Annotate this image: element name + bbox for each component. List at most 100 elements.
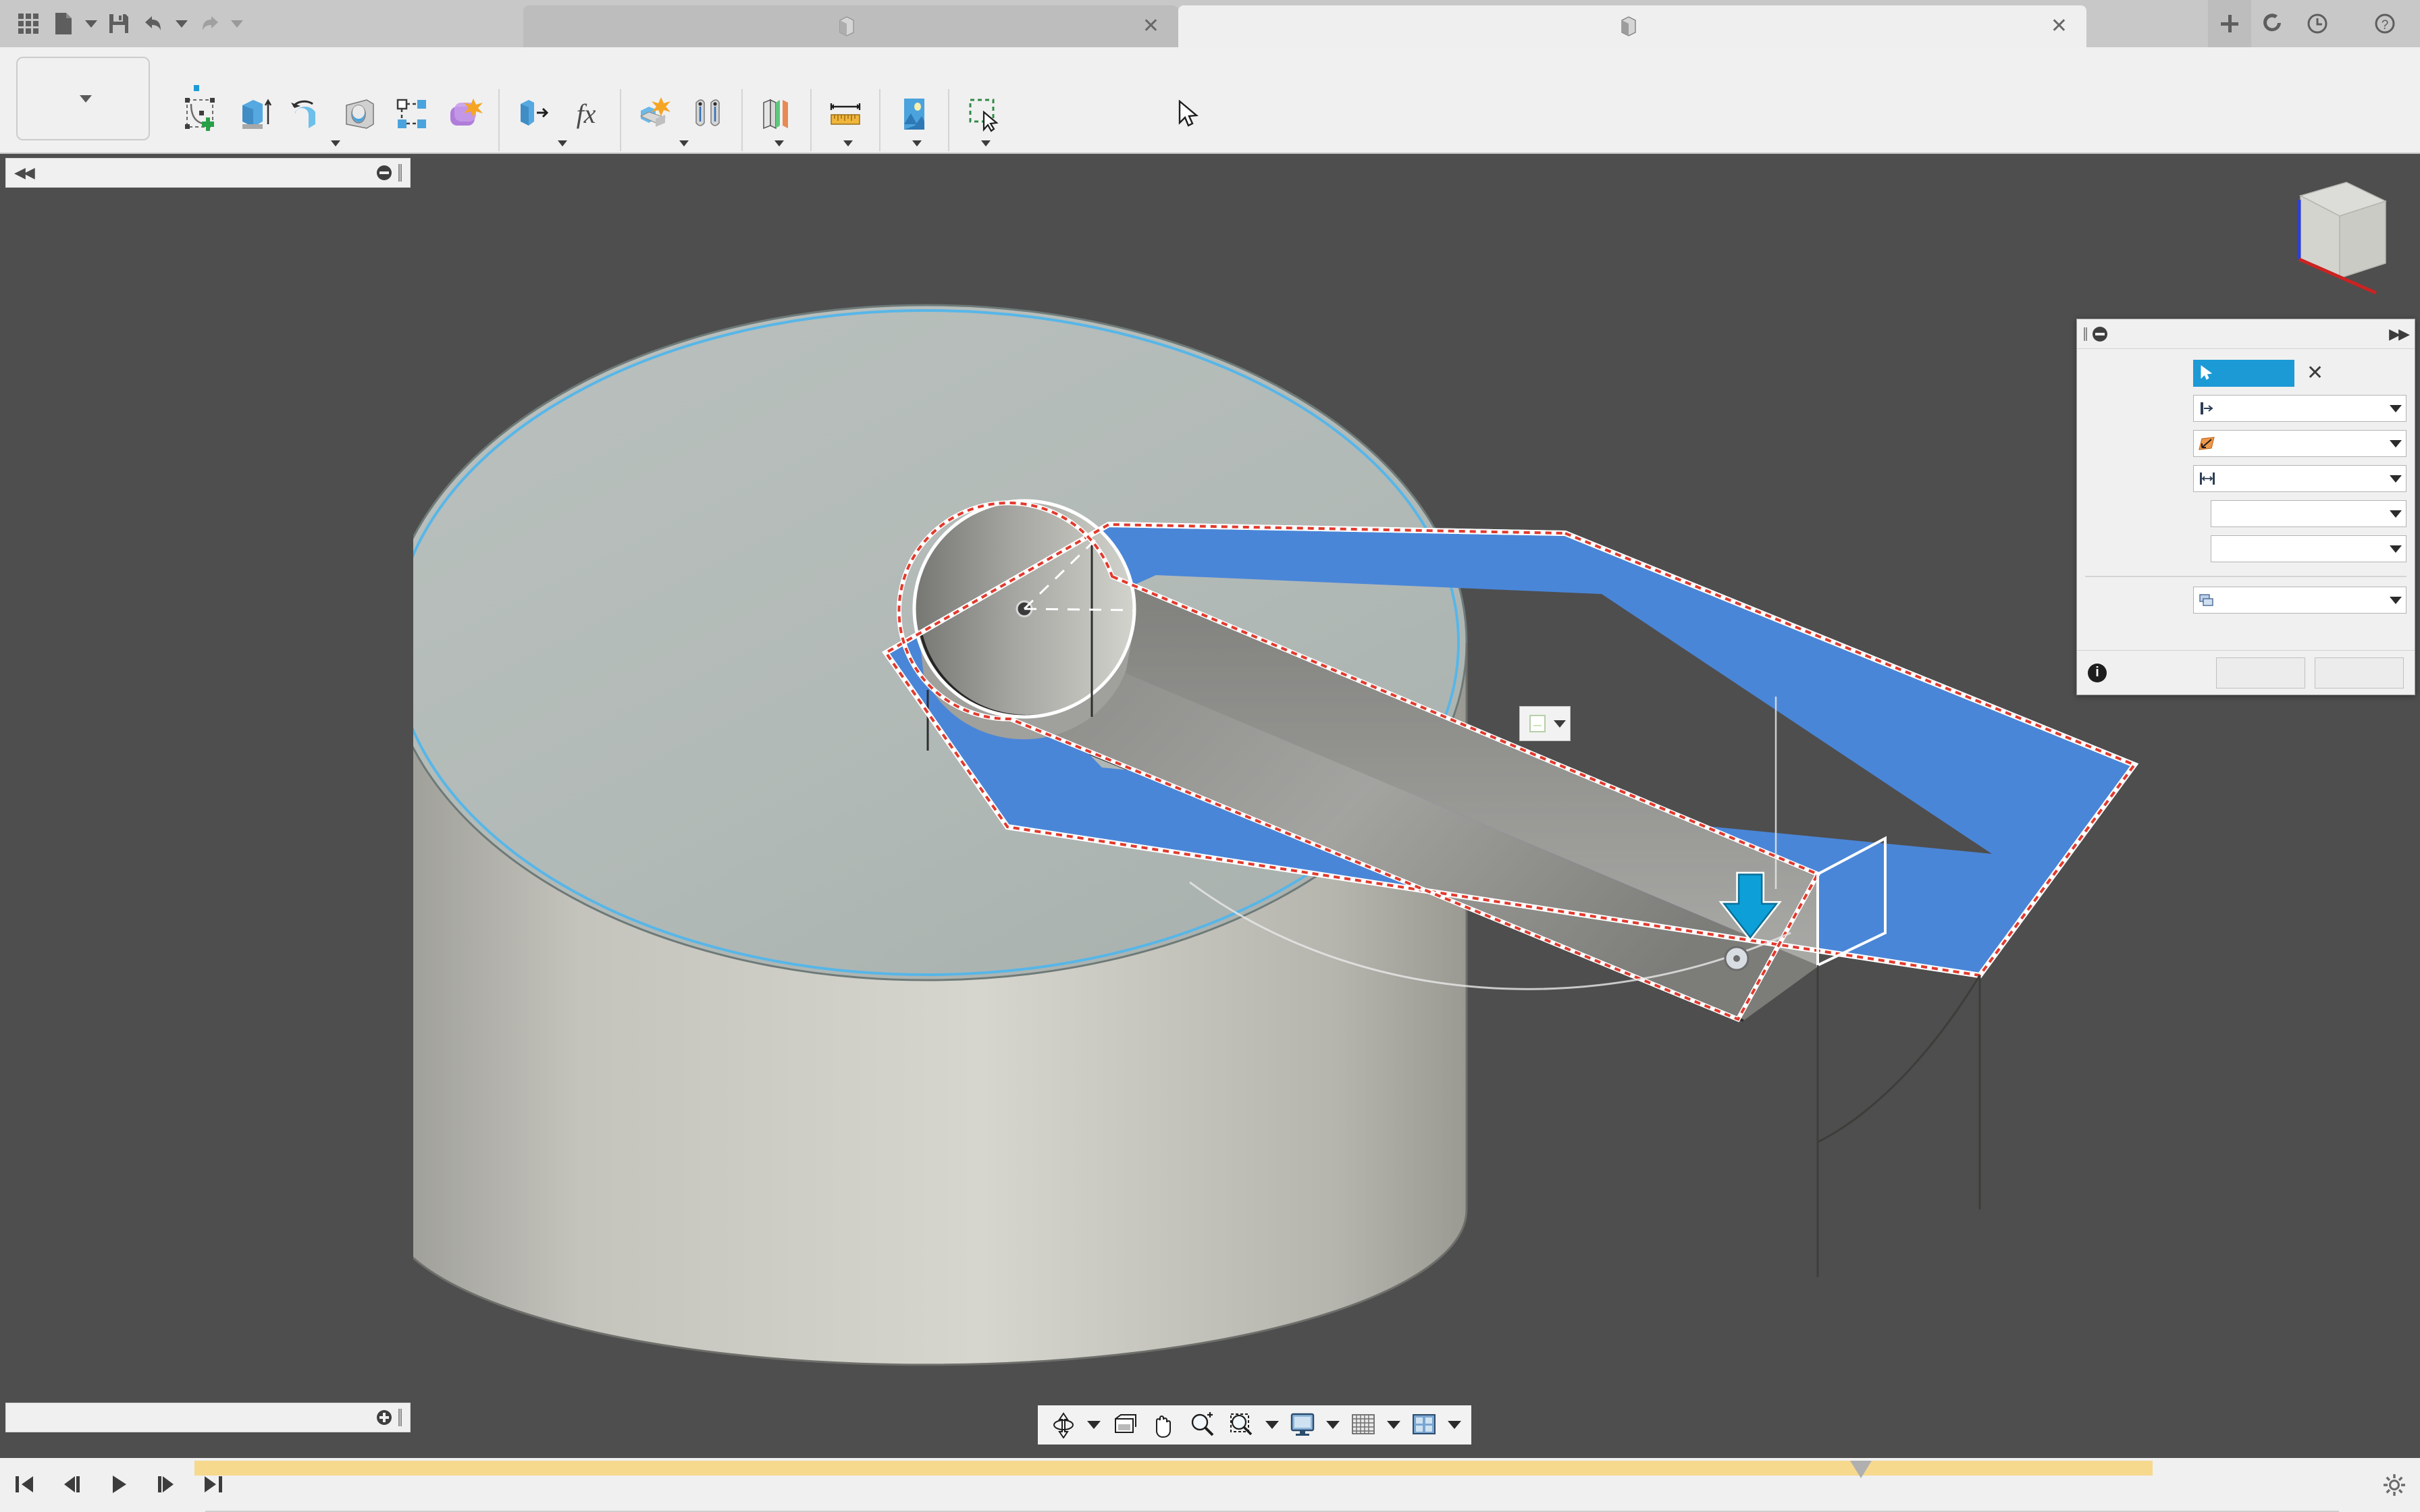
tab-surface[interactable] (214, 50, 249, 88)
document-tab-2[interactable]: ✕ (1178, 5, 2086, 47)
tab-tools[interactable] (284, 50, 319, 88)
timeline-track[interactable] (194, 1461, 2339, 1512)
distance-input[interactable] (2211, 500, 2406, 527)
cancel-button[interactable] (2315, 657, 2404, 688)
operation-row (2085, 583, 2406, 618)
profile-row: ✕ (2085, 356, 2406, 391)
svg-text:?: ? (2382, 18, 2389, 32)
comments-resize-grip[interactable] (398, 1409, 402, 1426)
profile-selection-button[interactable] (2193, 360, 2294, 387)
chevron-down-icon (679, 140, 689, 146)
divider (2085, 576, 2406, 577)
title-bar: ✕ ✕ ? (0, 0, 2420, 47)
combine-icon[interactable] (440, 89, 489, 139)
step-back-icon[interactable] (57, 1467, 86, 1501)
document-tab-1-close-icon[interactable]: ✕ (1142, 16, 1159, 36)
insert-image-icon[interactable] (890, 89, 939, 139)
direction-dropdown[interactable] (2193, 430, 2406, 457)
document-tab-1[interactable]: ✕ (523, 5, 1178, 47)
orbit-icon[interactable] (1045, 1405, 1082, 1444)
ribbon-group-select (952, 89, 1014, 146)
viewports-icon[interactable] (1405, 1405, 1443, 1444)
go-to-beginning-icon[interactable] (9, 1467, 39, 1501)
play-icon[interactable] (104, 1467, 134, 1501)
recent-docs-icon[interactable] (2297, 0, 2338, 47)
ribbon-group-inspect (814, 89, 876, 146)
ribbon-group-modify: fx (502, 89, 617, 146)
help-icon[interactable]: ? (2365, 0, 2405, 47)
create-sketch-icon[interactable] (177, 89, 226, 139)
divider (498, 89, 500, 151)
joint-icon[interactable] (683, 89, 732, 139)
svg-text:fx: fx (577, 99, 596, 129)
add-comment-icon[interactable] (377, 1410, 392, 1425)
measure-icon[interactable] (821, 89, 870, 139)
zoom-caret-icon[interactable] (1262, 1405, 1282, 1444)
design-workspace-button[interactable] (16, 57, 150, 140)
revolve-icon[interactable] (282, 89, 331, 139)
grid-caret-icon[interactable] (1384, 1405, 1404, 1444)
extent-dropdown[interactable] (2193, 465, 2406, 492)
comments-panel[interactable] (5, 1403, 411, 1432)
dimension-input-field[interactable] (1529, 715, 1546, 732)
pan-icon[interactable] (1145, 1405, 1182, 1444)
new-tab-icon[interactable] (2208, 0, 2251, 47)
divider (741, 89, 743, 151)
dimension-input-popup[interactable] (1519, 706, 1571, 741)
viewports-caret-icon[interactable] (1444, 1405, 1465, 1444)
timeline-settings-icon[interactable] (2382, 1473, 2406, 1501)
orbit-caret-icon[interactable] (1084, 1405, 1104, 1444)
select-window-icon[interactable] (959, 89, 1007, 139)
zoom-window-icon[interactable] (1223, 1405, 1261, 1444)
display-settings-icon[interactable] (1284, 1405, 1321, 1444)
taper-angle-input[interactable] (2211, 535, 2406, 562)
chevron-down-icon[interactable] (1554, 720, 1566, 728)
ribbon-group-construct-label[interactable] (769, 140, 784, 146)
dialog-collapse-icon[interactable] (2093, 326, 2107, 342)
extrude-icon[interactable] (230, 89, 278, 139)
browser-resize-grip[interactable] (398, 164, 402, 182)
timeline-marker[interactable] (1850, 1461, 1872, 1478)
ribbon-group-modify-label[interactable] (552, 140, 567, 146)
browser-panel-header: ◀◀ (5, 158, 411, 188)
browser-collapse-icon[interactable] (377, 165, 392, 180)
new-component-icon[interactable] (631, 89, 679, 139)
divider (620, 89, 621, 151)
ribbon-group-inspect-label[interactable] (838, 140, 853, 146)
ribbon-group-create-label[interactable] (325, 140, 340, 146)
ribbon-group-insert-label[interactable] (907, 140, 922, 146)
start-dropdown[interactable] (2193, 395, 2406, 422)
chevron-down-icon (2390, 596, 2402, 604)
ribbon-group-assemble (624, 89, 739, 146)
edit-feature-dialog[interactable]: ▶▶ ✕ i (2076, 319, 2415, 695)
step-forward-icon[interactable] (151, 1467, 181, 1501)
change-parameters-icon[interactable]: fx (562, 89, 610, 139)
display-caret-icon[interactable] (1323, 1405, 1343, 1444)
ribbon-group-assemble-label[interactable] (674, 140, 689, 146)
zoom-icon[interactable] (1184, 1405, 1221, 1444)
hole-icon[interactable] (335, 89, 384, 139)
dialog-drag-grip[interactable] (2084, 327, 2087, 341)
ribbon-group-insert (883, 89, 945, 146)
clear-selection-icon[interactable]: ✕ (2307, 363, 2323, 383)
job-status-icon[interactable] (2254, 0, 2294, 47)
tab-sheet-metal[interactable] (249, 50, 284, 88)
ribbon-group-select-label[interactable] (976, 140, 991, 146)
tab-solid[interactable] (179, 50, 214, 91)
press-pull-icon[interactable] (509, 89, 558, 139)
offset-plane-icon[interactable] (752, 89, 801, 139)
workspace-tabs (179, 50, 319, 91)
ribbon-groups: fx (170, 89, 1014, 151)
look-at-icon[interactable] (1105, 1405, 1143, 1444)
grid-snap-icon[interactable] (1344, 1405, 1382, 1444)
one-side-icon (2199, 437, 2215, 450)
ok-button[interactable] (2216, 657, 2305, 688)
operation-dropdown[interactable] (2193, 587, 2406, 614)
mouse-cursor-icon (1178, 100, 1199, 127)
dialog-expand-icon[interactable]: ▶▶ (2389, 325, 2410, 343)
info-icon[interactable]: i (2088, 663, 2107, 682)
title-bar-right-tools: ? (2208, 0, 2420, 47)
collapse-panel-icon[interactable]: ◀◀ (14, 164, 35, 182)
document-tab-2-close-icon[interactable]: ✕ (2051, 16, 2068, 36)
pattern-icon[interactable] (388, 89, 436, 139)
